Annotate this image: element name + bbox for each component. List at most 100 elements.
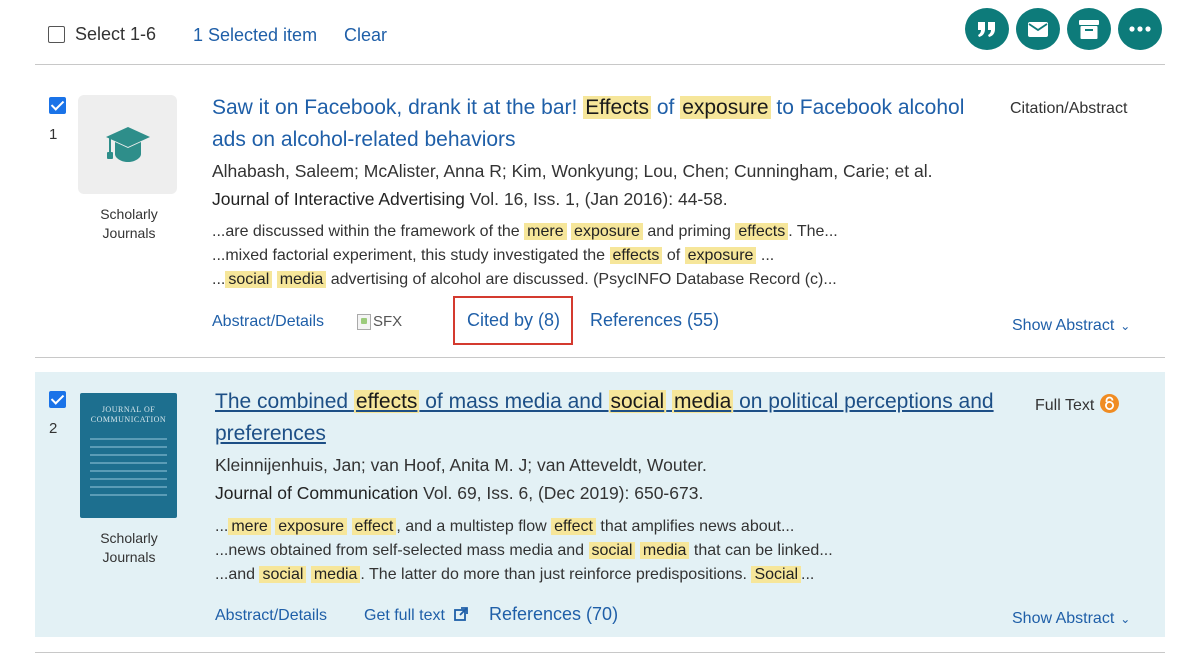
snippet-text: ...: [212, 271, 226, 288]
title-highlight: media: [672, 390, 734, 413]
select-all-checkbox[interactable]: Select 1-6: [48, 24, 156, 45]
snippet-highlight: media: [639, 542, 690, 559]
title-text: of: [651, 96, 681, 119]
snippet-text: ...mixed factorial experiment, this stud…: [212, 247, 610, 264]
snippet-text: and priming: [642, 223, 736, 240]
show-abstract-label: Show Abstract: [1012, 610, 1115, 627]
snippet-text: that amplifies news about...: [595, 518, 795, 535]
result-journal: Journal of Communication Vol. 69, Iss. 6…: [215, 483, 703, 504]
snippet-highlight: media: [310, 566, 361, 583]
open-access-icon: [1100, 394, 1120, 413]
show-abstract-toggle[interactable]: Show Abstract ⌄: [1012, 317, 1130, 335]
snippet-highlight: effect: [551, 518, 596, 535]
snippet-highlight: effect: [351, 518, 397, 535]
doc-type-text: Full Text: [1035, 397, 1095, 414]
results-toolbar: Select 1-6 1 Selected item Clear: [0, 0, 1200, 66]
select-all-label: Select 1-6: [75, 24, 157, 44]
result-item-2: 2 JOURNAL OF COMMUNICATION Scholarly Jou…: [35, 372, 1165, 637]
snippet-highlight: social: [259, 566, 307, 583]
clear-selection-link[interactable]: Clear: [344, 25, 387, 46]
result-item-1: 1 Scholarly Journals Saw it on Facebook,…: [35, 65, 1165, 357]
title-highlight: social: [608, 390, 667, 413]
source-type-label: Scholarly Journals: [100, 530, 158, 565]
result-checkbox[interactable]: [49, 391, 66, 408]
title-text: The combined: [215, 390, 354, 413]
quote-icon: [978, 22, 995, 37]
journal-cover-image[interactable]: JOURNAL OF COMMUNICATION: [80, 393, 177, 518]
email-button[interactable]: [1016, 8, 1060, 50]
title-highlight: Effects: [583, 96, 652, 119]
result-thumbnail[interactable]: [78, 95, 177, 194]
snippet-highlight: effects: [735, 223, 789, 240]
envelope-icon: [1028, 21, 1048, 37]
cited-by-link[interactable]: Cited by (8): [467, 310, 560, 331]
snippet-text: [347, 518, 351, 535]
title-text: of mass media and: [419, 390, 609, 413]
result-authors: Kleinnijenhuis, Jan; van Hoof, Anita M. …: [215, 455, 707, 475]
abstract-details-link[interactable]: Abstract/Details: [212, 313, 324, 331]
cover-decoration: [90, 438, 167, 497]
save-button[interactable]: [1067, 8, 1111, 50]
cover-title: JOURNAL OF COMMUNICATION: [90, 405, 167, 424]
result-divider: [35, 357, 1165, 358]
more-actions-button[interactable]: [1118, 8, 1162, 50]
result-divider: [35, 652, 1165, 653]
references-link[interactable]: References (70): [489, 604, 618, 625]
journal-title: Journal of Communication: [215, 483, 419, 503]
snippet-highlight: mere: [524, 223, 567, 240]
snippet-highlight: exposure: [684, 247, 757, 264]
chevron-down-icon: ⌄: [1120, 612, 1131, 626]
journal-title: Journal of Interactive Advertising: [212, 189, 465, 209]
result-snippet: ...are discussed within the framework of…: [212, 220, 838, 244]
snippet-text: ...are discussed within the framework of…: [212, 223, 525, 240]
snippet-text: . The...: [788, 223, 838, 240]
snippet-highlight: social: [588, 542, 636, 559]
snippet-highlight: Social: [751, 566, 802, 583]
document-type-label: Full Text: [1035, 394, 1120, 415]
result-snippet: ...mixed factorial experiment, this stud…: [212, 244, 774, 268]
full-text-label: Get full text: [364, 607, 445, 624]
result-checkbox[interactable]: [49, 97, 66, 114]
abstract-details-link[interactable]: Abstract/Details: [215, 607, 327, 625]
get-full-text-link[interactable]: Get full text: [364, 607, 469, 625]
journal-details: Vol. 69, Iss. 6, (Dec 2019): 650-673.: [418, 483, 704, 503]
source-type-label: Scholarly Journals: [100, 206, 158, 241]
result-title-link[interactable]: The combined effects of mass media and s…: [215, 386, 1005, 450]
snippet-text: ...: [801, 566, 815, 583]
result-snippet: ...news obtained from self-selected mass…: [215, 539, 833, 563]
show-abstract-label: Show Abstract: [1012, 317, 1115, 334]
result-authors: Alhabash, Saleem; McAlister, Anna R; Kim…: [212, 161, 933, 181]
result-title-link[interactable]: Saw it on Facebook, drank it at the bar!…: [212, 92, 1002, 156]
snippet-text: ...: [756, 247, 775, 264]
journal-details: Vol. 16, Iss. 1, (Jan 2016): 44-58.: [464, 189, 728, 209]
broken-image-icon: [357, 313, 371, 330]
result-number: 1: [49, 126, 58, 143]
archive-box-icon: [1079, 19, 1099, 39]
document-type-label: Citation/Abstract: [1010, 100, 1128, 117]
snippet-text: of: [662, 247, 685, 264]
sfx-link[interactable]: SFX: [357, 313, 402, 330]
snippet-highlight: effects: [609, 247, 663, 264]
snippet-text: ...: [215, 518, 229, 535]
snippet-text: . The latter do more than just reinforce…: [360, 566, 752, 583]
title-highlight: exposure: [680, 96, 771, 119]
result-snippet: ...and social media. The latter do more …: [215, 563, 814, 587]
chevron-down-icon: ⌄: [1120, 319, 1131, 333]
references-link[interactable]: References (55): [590, 310, 719, 331]
result-snippet: ... mere exposure effect, and a multistep…: [215, 515, 794, 539]
external-link-icon: [454, 607, 469, 621]
cite-button[interactable]: [965, 8, 1009, 50]
sfx-alt-text: SFX: [373, 313, 403, 330]
show-abstract-toggle[interactable]: Show Abstract ⌄: [1012, 610, 1130, 628]
result-number: 2: [49, 420, 58, 437]
snippet-text: that can be linked...: [689, 542, 833, 559]
snippet-highlight: exposure: [275, 518, 348, 535]
selected-items-link[interactable]: 1 Selected item: [193, 25, 317, 46]
snippet-highlight: social: [225, 271, 273, 288]
snippet-text: ...and: [215, 566, 260, 583]
title-text: Saw it on Facebook, drank it at the bar!: [212, 96, 584, 119]
select-all-box[interactable]: [48, 26, 65, 43]
title-highlight: effects: [353, 390, 420, 413]
ellipsis-icon: [1129, 26, 1151, 32]
snippet-text: , and a multistep flow: [396, 518, 552, 535]
